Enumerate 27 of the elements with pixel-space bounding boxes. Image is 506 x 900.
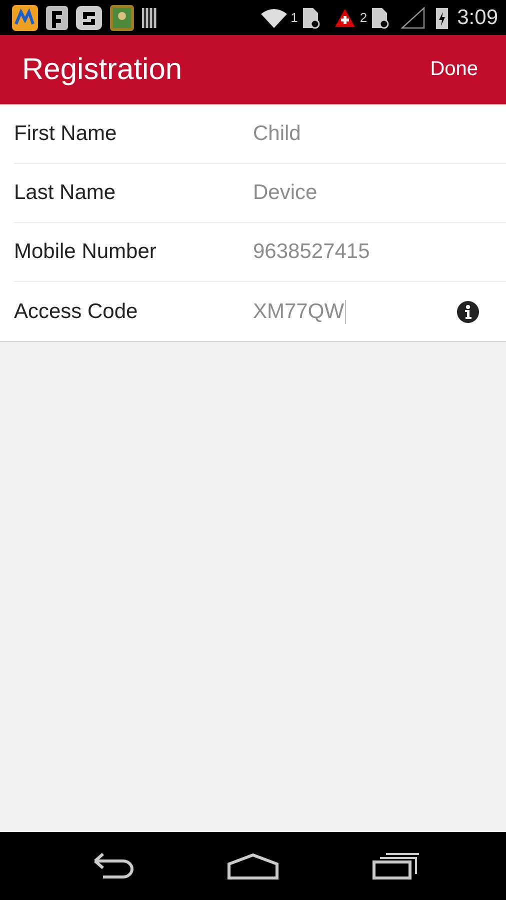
- game-icon: [110, 4, 134, 30]
- clock: 3:09: [457, 6, 498, 30]
- warning-icon: [334, 8, 356, 28]
- home-icon[interactable]: [226, 852, 280, 880]
- field-label: Mobile Number: [14, 240, 158, 264]
- sim-card-icon: [371, 6, 390, 28]
- screen-title: Registration: [22, 52, 182, 86]
- battery-icon: [435, 6, 450, 30]
- input-field[interactable]: 9638527415: [253, 240, 371, 264]
- wifi-icon: [260, 8, 287, 28]
- app-icon: [76, 6, 102, 30]
- done-button[interactable]: Done: [430, 54, 478, 85]
- sim-number: 2: [360, 10, 368, 25]
- signal-icon: [401, 6, 426, 28]
- input-field[interactable]: Child: [253, 122, 302, 146]
- barcode-icon: [142, 8, 158, 28]
- field-label: First Name: [14, 122, 118, 146]
- info-icon[interactable]: [457, 300, 479, 322]
- input-field[interactable]: Device: [253, 181, 318, 205]
- input-field[interactable]: XM77QW: [253, 300, 346, 324]
- field-label: Access Code: [14, 300, 139, 324]
- sim-card-icon: [302, 6, 320, 28]
- recent-apps-icon[interactable]: [370, 852, 421, 880]
- field-label: Last Name: [14, 181, 117, 205]
- app-icon: [12, 4, 38, 30]
- sim-number: 1: [290, 10, 298, 25]
- app-icon: [46, 6, 68, 30]
